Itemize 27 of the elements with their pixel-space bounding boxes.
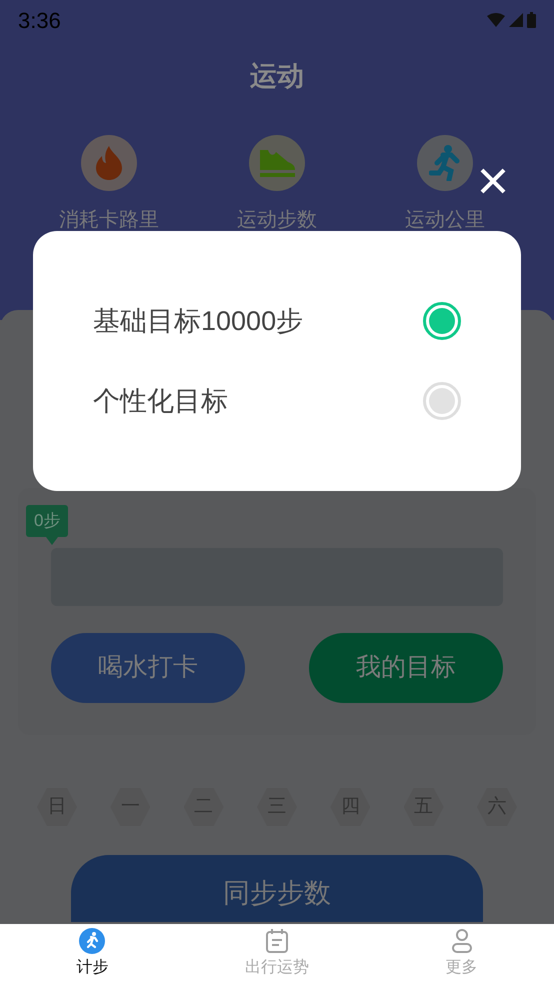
signal-icon — [509, 13, 523, 27]
nav-tab[interactable]: 出行运势 — [184, 924, 370, 984]
tooltip-pointer-icon — [46, 537, 58, 545]
sync-steps-button[interactable]: 同步步数 — [71, 855, 483, 922]
drink-water-button[interactable]: 喝水打卡 — [51, 633, 245, 703]
page-title: 运动 — [250, 60, 304, 93]
wifi-icon — [487, 13, 505, 27]
step-tooltip: 0步 — [26, 505, 68, 537]
radio-button[interactable] — [423, 382, 461, 420]
goal-option-label: 基础目标10000步 — [93, 304, 304, 338]
person-icon — [450, 928, 473, 954]
nav-tab[interactable]: 更多 — [369, 924, 554, 984]
shoe-icon — [258, 148, 296, 178]
flame-icon — [94, 146, 124, 180]
close-icon[interactable] — [479, 167, 507, 195]
my-goal-button[interactable]: 我的目标 — [309, 633, 503, 703]
stat-label: 运动步数 — [237, 208, 317, 232]
nav-tab[interactable]: 计步 — [0, 924, 185, 984]
battery-icon — [527, 12, 536, 28]
runner-icon — [79, 928, 106, 954]
stat-label: 运动公里 — [405, 208, 485, 232]
radio-button[interactable] — [423, 302, 461, 340]
calendar-icon — [264, 928, 289, 954]
stat-label: 消耗卡路里 — [59, 208, 159, 232]
status-time: 3:36 — [18, 6, 61, 34]
runner-icon — [429, 144, 461, 180]
goal-option-label: 个性化目标 — [93, 385, 228, 418]
